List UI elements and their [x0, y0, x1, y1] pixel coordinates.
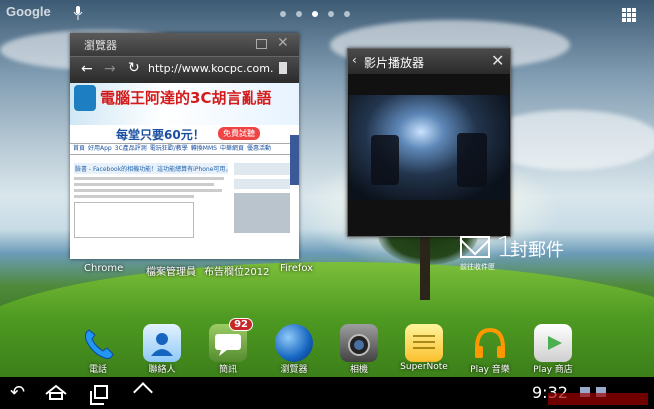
site-nav-item[interactable]: 中華網頁	[220, 144, 244, 154]
page-dot	[280, 11, 286, 17]
home-screen: Google 瀏覽器 ✕ ← → ↻ http://www.kocpc.com.	[0, 0, 654, 409]
widget-label-chrome[interactable]: Chrome	[84, 263, 123, 274]
dock-app-play-music[interactable]: Play 音樂	[455, 320, 525, 375]
video-frame[interactable]	[349, 95, 509, 200]
page-indicator	[280, 11, 350, 17]
close-icon[interactable]: ✕	[277, 35, 289, 51]
dock-label: 聯絡人	[148, 365, 176, 375]
reload-icon[interactable]: ↻	[128, 60, 140, 76]
page-dot	[296, 11, 302, 17]
maximize-icon[interactable]	[256, 39, 267, 49]
web-page-content[interactable]: 電腦王阿達的3C胡言亂語 每堂只要60元！ 免費試聽 首頁 好用App 3C產品…	[70, 83, 299, 259]
video-player-floating-window[interactable]: ‹ 影片播放器 ✕	[347, 48, 511, 237]
globe-icon	[275, 324, 313, 362]
dock-label: 電話	[88, 365, 107, 375]
notebook-icon	[405, 324, 443, 362]
ad-strip[interactable]: 每堂只要60元！ 免費試聽	[70, 125, 299, 143]
widget-label-file-manager[interactable]: 檔案管理員	[146, 263, 196, 278]
go-to-inbox-label[interactable]: 前往收件匣	[460, 262, 495, 272]
widget-label-firefox[interactable]: Firefox	[280, 263, 313, 274]
dock-label: 瀏覽器	[280, 365, 308, 375]
ad-button[interactable]: 免費試聽	[218, 127, 260, 140]
widget-label-board[interactable]: 布告欄位2012	[204, 263, 269, 278]
messaging-icon: 92	[209, 318, 253, 362]
site-nav-item[interactable]: 轉換MMS	[191, 144, 217, 154]
back-icon[interactable]: ↶	[10, 382, 25, 403]
dock-app-browser[interactable]: 瀏覽器	[259, 320, 329, 375]
video-window-title: 影片播放器	[364, 56, 425, 70]
phone-icon	[79, 324, 117, 362]
site-nav-item[interactable]: 優惠活動	[247, 144, 271, 154]
dock-label: SuperNote	[400, 362, 448, 372]
video-figure	[457, 133, 487, 187]
forward-arrow-icon[interactable]: →	[104, 61, 116, 77]
tree-trunk	[420, 230, 430, 300]
dock-label: Play 音樂	[470, 365, 510, 375]
close-icon[interactable]: ✕	[491, 51, 504, 70]
browser-titlebar[interactable]: 瀏覽器 ✕	[70, 33, 299, 56]
back-arrow-icon[interactable]: ←	[81, 61, 93, 77]
browser-floating-window[interactable]: 瀏覽器 ✕ ← → ↻ http://www.kocpc.com. 電腦王阿達的…	[70, 33, 299, 259]
site-name: 電腦王阿達的3C胡言亂語	[100, 89, 272, 107]
video-figure	[371, 135, 399, 185]
back-chevron-icon[interactable]: ‹	[352, 53, 357, 67]
google-search-widget[interactable]: Google	[6, 4, 66, 22]
all-apps-icon[interactable]	[622, 8, 636, 22]
dock-label: 簡訊	[218, 365, 237, 375]
article-title[interactable]: 臉書 - Facebook的相機功能！這功能總算有iPhone可用，不再死心塌地	[74, 163, 228, 174]
app-dock: 電話 聯絡人 92 簡訊 瀏覽器 相機 SuperNote Play 音樂 Pl…	[0, 318, 654, 375]
chevron-up-icon[interactable]	[133, 382, 153, 402]
site-logo	[74, 85, 96, 111]
site-nav: 首頁 好用App 3C產品評測 電玩狂歡/教學 轉換MMS 中華網頁 優惠活動	[70, 143, 299, 155]
dock-app-play-store[interactable]: Play 商店	[518, 320, 588, 375]
mail-label: 封郵件	[510, 240, 564, 261]
camera-icon	[340, 324, 378, 362]
browser-window-title: 瀏覽器	[84, 39, 117, 52]
video-titlebar[interactable]: ‹ 影片播放器 ✕	[348, 49, 510, 74]
dock-app-messaging[interactable]: 92 簡訊	[193, 318, 263, 375]
dock-app-supernote[interactable]: SuperNote	[389, 320, 459, 375]
page-dot-active	[312, 11, 318, 17]
dock-label: 相機	[349, 365, 368, 375]
site-sidebar	[234, 163, 290, 259]
bookmark-icon[interactable]	[279, 62, 287, 74]
site-nav-item[interactable]: 好用App	[88, 144, 112, 154]
site-nav-item[interactable]: 3C產品評測	[115, 144, 147, 154]
headphones-icon	[471, 324, 509, 362]
email-widget[interactable]: 1 封郵件 前往收件匣	[458, 230, 588, 276]
dock-label: Play 商店	[533, 365, 573, 375]
watermark	[548, 393, 648, 405]
article: 臉書 - Facebook的相機功能！這功能總算有iPhone可用，不再死心塌地	[74, 163, 228, 259]
dock-app-contacts[interactable]: 聯絡人	[127, 320, 197, 375]
article-image	[74, 202, 194, 238]
url-field[interactable]: http://www.kocpc.com.	[148, 62, 276, 79]
site-nav-item[interactable]: 電玩狂歡/教學	[150, 144, 188, 154]
facebook-tab[interactable]	[290, 135, 299, 185]
microphone-icon[interactable]	[73, 6, 83, 20]
envelope-icon	[460, 236, 490, 258]
unread-badge: 92	[229, 318, 253, 331]
contacts-icon	[143, 324, 181, 362]
ad-text: 每堂只要60元！	[116, 128, 205, 142]
dock-app-phone[interactable]: 電話	[63, 320, 133, 375]
play-store-icon	[534, 324, 572, 362]
page-dot	[344, 11, 350, 17]
site-nav-item[interactable]: 首頁	[73, 144, 85, 154]
recent-apps-icon[interactable]	[90, 385, 108, 405]
page-dot	[328, 11, 334, 17]
dock-app-camera[interactable]: 相機	[324, 320, 394, 375]
site-banner[interactable]: 電腦王阿達的3C胡言亂語	[70, 83, 299, 125]
home-icon[interactable]	[44, 384, 68, 400]
browser-toolbar: ← → ↻ http://www.kocpc.com.	[70, 56, 299, 83]
